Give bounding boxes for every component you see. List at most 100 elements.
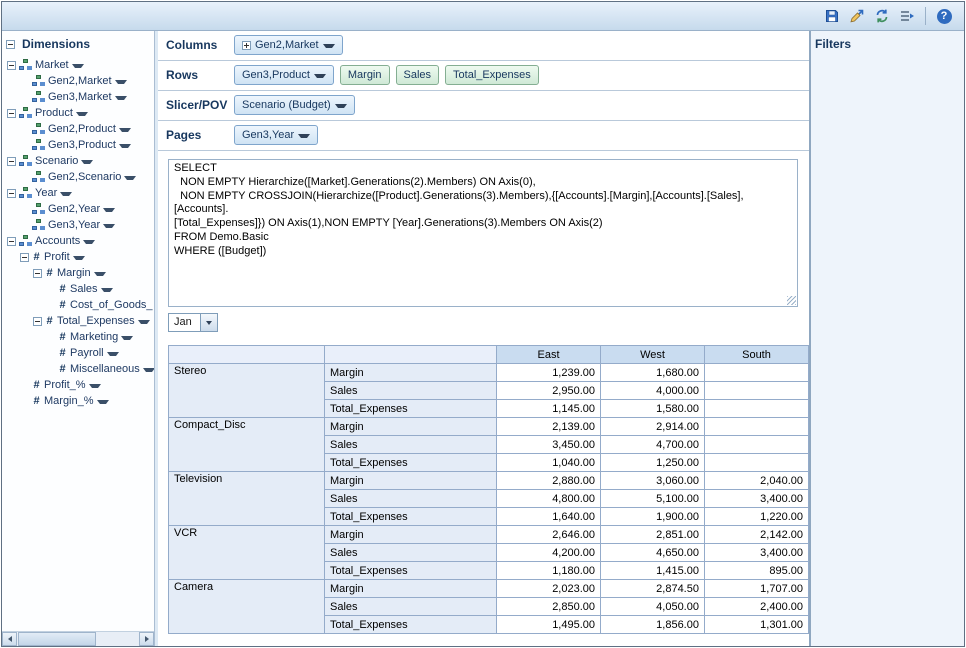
app-window: ? Dimensions MarketGen2,MarketGen3,Marke… bbox=[1, 1, 965, 647]
column-header-east: East bbox=[497, 346, 601, 364]
tree-item-margin[interactable]: #Margin bbox=[2, 265, 154, 281]
collapse-icon[interactable] bbox=[7, 189, 16, 198]
chip-sales[interactable]: Sales bbox=[396, 65, 440, 85]
dimension-icon bbox=[32, 139, 45, 151]
tree-item-cost-of-goods[interactable]: #Cost_of_Goods_ bbox=[2, 297, 154, 313]
value-cell: 2,040.00 bbox=[704, 472, 808, 490]
chip-margin[interactable]: Margin bbox=[340, 65, 390, 85]
collapse-icon[interactable] bbox=[33, 317, 42, 326]
collapse-icon[interactable] bbox=[7, 61, 16, 70]
collapse-panel-icon[interactable] bbox=[6, 40, 15, 49]
member-icon: # bbox=[58, 299, 67, 311]
filters-panel-title: Filters bbox=[815, 37, 851, 51]
page-member-value: Jan bbox=[169, 314, 200, 331]
tree-item-miscellaneous[interactable]: #Miscellaneous bbox=[2, 361, 154, 377]
help-icon[interactable]: ? bbox=[934, 6, 954, 26]
value-cell: 895.00 bbox=[704, 562, 808, 580]
dimensions-panel-title: Dimensions bbox=[22, 37, 90, 51]
chip-gen3-year[interactable]: Gen3,Year bbox=[234, 125, 318, 145]
dropdown-caret-icon bbox=[314, 74, 326, 78]
chip-label: Margin bbox=[348, 69, 382, 81]
scroll-left-button[interactable] bbox=[2, 632, 17, 646]
select-dropdown-button[interactable] bbox=[200, 314, 217, 331]
scroll-right-button[interactable] bbox=[139, 632, 154, 646]
tree-item-gen2-product[interactable]: Gen2,Product bbox=[2, 121, 154, 137]
edit-query-icon[interactable] bbox=[847, 6, 867, 26]
band-chips: Scenario (Budget) bbox=[234, 95, 355, 115]
tree-item-label: Profit bbox=[44, 251, 70, 263]
dropdown-caret-icon bbox=[103, 208, 115, 212]
tree-item-total-expenses[interactable]: #Total_Expenses bbox=[2, 313, 154, 329]
save-icon[interactable] bbox=[822, 6, 842, 26]
tree-item-margin-pct[interactable]: #Margin_% bbox=[2, 393, 154, 409]
dimension-icon bbox=[32, 203, 45, 215]
horizontal-scrollbar[interactable] bbox=[2, 631, 154, 646]
tree-item-scenario[interactable]: Scenario bbox=[2, 153, 154, 169]
scrollbar-track[interactable] bbox=[96, 632, 139, 646]
tree-item-label: Profit_% bbox=[44, 379, 86, 391]
dimension-icon bbox=[32, 75, 45, 87]
tree-item-sales[interactable]: #Sales bbox=[2, 281, 154, 297]
table-row: Compact_DiscMargin2,139.002,914.00 bbox=[169, 418, 809, 436]
chip-gen3-product[interactable]: Gen3,Product bbox=[234, 65, 334, 85]
dropdown-caret-icon bbox=[83, 240, 95, 244]
tree-item-year[interactable]: Year bbox=[2, 185, 154, 201]
dropdown-caret-icon bbox=[60, 192, 72, 196]
measure-cell: Total_Expenses bbox=[325, 508, 497, 526]
dropdown-caret-icon bbox=[107, 352, 119, 356]
collapse-icon[interactable] bbox=[7, 157, 16, 166]
chip-label: Gen3,Year bbox=[242, 129, 294, 141]
tree-item-profit[interactable]: #Profit bbox=[2, 249, 154, 265]
value-cell: 2,142.00 bbox=[704, 526, 808, 544]
value-cell: 2,880.00 bbox=[497, 472, 601, 490]
dropdown-caret-icon bbox=[119, 128, 131, 132]
band-chips: Gen3,Year bbox=[234, 125, 318, 145]
scrollbar-thumb[interactable] bbox=[18, 632, 96, 646]
value-cell: 4,000.00 bbox=[601, 382, 705, 400]
tree-item-accounts[interactable]: Accounts bbox=[2, 233, 154, 249]
value-cell: 2,874.50 bbox=[601, 580, 705, 598]
chip-label: Scenario (Budget) bbox=[242, 99, 331, 111]
tree-item-label: Accounts bbox=[35, 235, 80, 247]
value-cell: 3,060.00 bbox=[601, 472, 705, 490]
tree-item-profit-pct[interactable]: #Profit_% bbox=[2, 377, 154, 393]
collapse-icon[interactable] bbox=[20, 253, 29, 262]
dimensions-panel-header: Dimensions bbox=[2, 31, 154, 54]
tree-item-gen2-year[interactable]: Gen2,Year bbox=[2, 201, 154, 217]
band-columns: ColumnsGen2,Market bbox=[158, 31, 809, 61]
table-row: CameraMargin2,023.002,874.501,707.00 bbox=[169, 580, 809, 598]
tree-item-gen2-market[interactable]: Gen2,Market bbox=[2, 73, 154, 89]
value-cell: 4,650.00 bbox=[601, 544, 705, 562]
top-toolbar: ? bbox=[2, 2, 964, 31]
corner-cell bbox=[169, 346, 325, 364]
page-member-select[interactable]: Jan bbox=[168, 313, 218, 332]
chip-total-expenses[interactable]: Total_Expenses bbox=[445, 65, 539, 85]
value-cell: 1,900.00 bbox=[601, 508, 705, 526]
tree-item-gen3-year[interactable]: Gen3,Year bbox=[2, 217, 154, 233]
collapse-icon[interactable] bbox=[33, 269, 42, 278]
measure-cell: Sales bbox=[325, 436, 497, 454]
tree-item-marketing[interactable]: #Marketing bbox=[2, 329, 154, 345]
tree-item-gen2-scenario[interactable]: Gen2,Scenario bbox=[2, 169, 154, 185]
value-cell: 5,100.00 bbox=[601, 490, 705, 508]
tree-item-gen3-product[interactable]: Gen3,Product bbox=[2, 137, 154, 153]
chip-label: Sales bbox=[404, 69, 432, 81]
chip-gen2-market[interactable]: Gen2,Market bbox=[234, 35, 343, 55]
execute-query-icon[interactable] bbox=[872, 6, 892, 26]
dimension-icon bbox=[32, 219, 45, 231]
value-cell bbox=[704, 364, 808, 382]
chip-scenario-budget[interactable]: Scenario (Budget) bbox=[234, 95, 355, 115]
tree-item-gen3-market[interactable]: Gen3,Market bbox=[2, 89, 154, 105]
tree-item-product[interactable]: Product bbox=[2, 105, 154, 121]
band-rows: RowsGen3,ProductMarginSalesTotal_Expense… bbox=[158, 61, 809, 91]
tree-item-payroll[interactable]: #Payroll bbox=[2, 345, 154, 361]
value-cell: 1,580.00 bbox=[601, 400, 705, 418]
collapse-icon[interactable] bbox=[7, 237, 16, 246]
view-log-icon[interactable] bbox=[897, 6, 917, 26]
tree-item-market[interactable]: Market bbox=[2, 57, 154, 73]
expand-plus-icon[interactable] bbox=[242, 41, 251, 50]
mdx-query-editor[interactable]: SELECT NON EMPTY Hierarchize([Market].Ge… bbox=[168, 159, 798, 307]
value-cell: 2,851.00 bbox=[601, 526, 705, 544]
value-cell: 2,850.00 bbox=[497, 598, 601, 616]
collapse-icon[interactable] bbox=[7, 109, 16, 118]
